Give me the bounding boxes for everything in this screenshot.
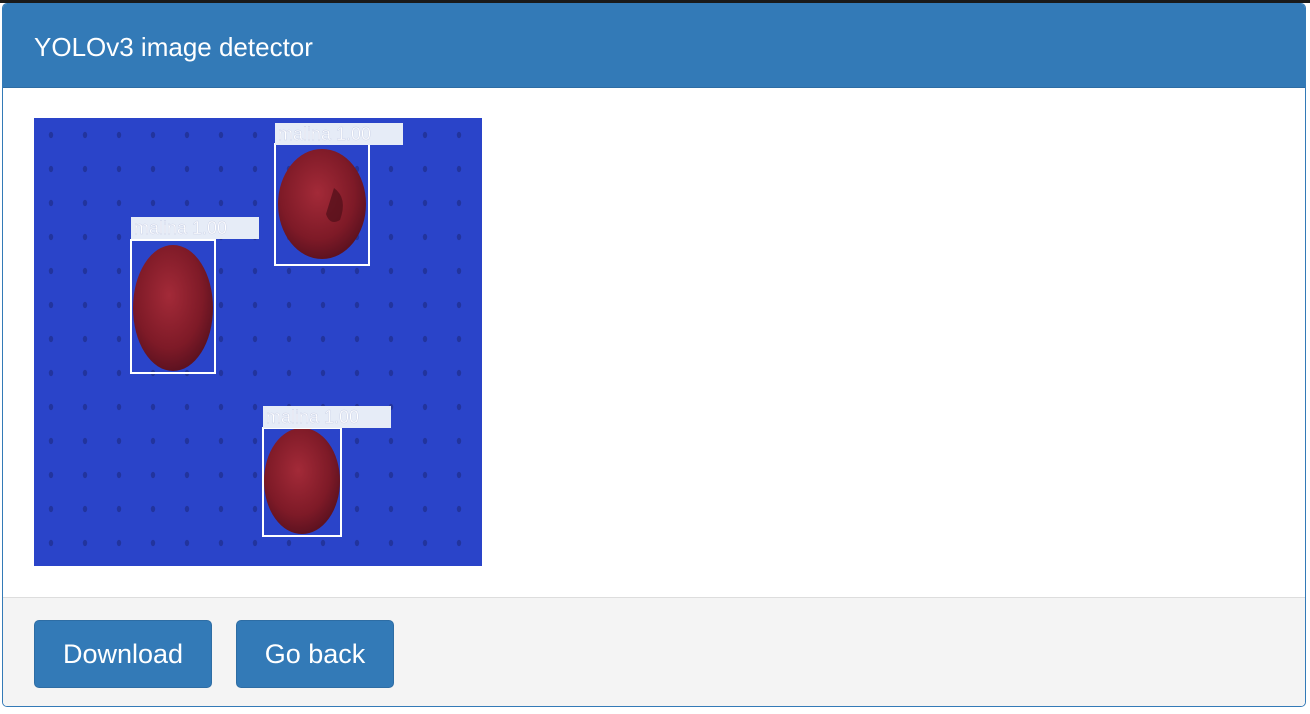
raspberry — [133, 245, 213, 371]
detection-label: malina 1.00 — [278, 124, 371, 144]
detection-label: malina 1.00 — [134, 218, 227, 238]
detection-label: malina 1.00 — [266, 407, 359, 427]
panel-footer: Download Go back — [3, 597, 1305, 706]
detector-panel: YOLOv3 image detector malina 1.00 malina… — [2, 3, 1306, 707]
go-back-button[interactable]: Go back — [236, 620, 394, 688]
raspberry — [264, 428, 340, 534]
raspberry — [278, 149, 366, 259]
panel-heading: YOLOv3 image detector — [3, 4, 1305, 88]
panel-body: malina 1.00 malina 1.00 malina 1.00 — [3, 88, 1305, 597]
detection-result-image: malina 1.00 malina 1.00 malina 1.00 — [34, 118, 482, 566]
download-button[interactable]: Download — [34, 620, 212, 688]
panel-title: YOLOv3 image detector — [34, 32, 313, 62]
